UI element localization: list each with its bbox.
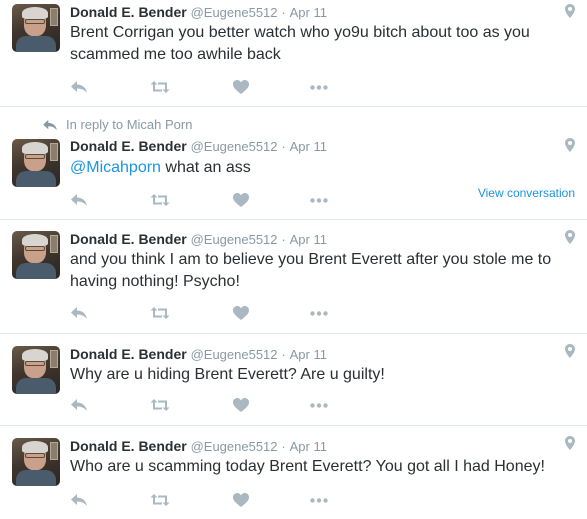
reply-icon — [71, 494, 87, 506]
author-name[interactable]: Donald E. Bender — [70, 438, 187, 454]
location-pin-icon[interactable] — [565, 230, 575, 244]
more-button[interactable] — [310, 395, 328, 415]
location-pin-icon[interactable] — [565, 436, 575, 450]
heart-icon — [233, 80, 249, 94]
author-name[interactable]: Donald E. Bender — [70, 138, 187, 154]
heart-icon — [233, 193, 249, 207]
tweet[interactable]: Donald E. Bender @Eugene5512 · Apr 11 Br… — [0, 0, 587, 107]
ellipsis-icon — [310, 310, 328, 316]
tweet-text: Who are u scamming today Brent Everett? … — [70, 458, 545, 475]
tweet-date[interactable]: Apr 11 — [290, 232, 327, 247]
view-conversation-link[interactable]: View conversation — [478, 186, 575, 200]
reply-icon — [71, 194, 87, 206]
avatar[interactable] — [12, 346, 60, 394]
tweet-text: and you think I am to believe you Brent … — [70, 251, 552, 290]
avatar[interactable] — [12, 4, 60, 52]
retweet-button[interactable] — [150, 490, 170, 510]
tweet-timeline: Donald E. Bender @Eugene5512 · Apr 11 Br… — [0, 0, 587, 519]
retweet-button[interactable] — [150, 395, 170, 415]
separator: · — [281, 347, 286, 362]
like-button[interactable] — [233, 395, 249, 415]
retweet-icon — [150, 494, 170, 506]
reply-button[interactable] — [70, 490, 88, 510]
reply-icon — [71, 307, 87, 319]
tweet-date[interactable]: Apr 11 — [290, 439, 327, 454]
author-handle[interactable]: @Eugene5512 — [191, 439, 278, 454]
heart-icon — [233, 306, 249, 320]
reply-button[interactable] — [70, 190, 88, 210]
tweet-date[interactable]: Apr 11 — [290, 5, 327, 20]
retweet-icon — [150, 194, 170, 206]
author-handle[interactable]: @Eugene5512 — [191, 347, 278, 362]
avatar[interactable] — [12, 438, 60, 486]
separator: · — [281, 439, 286, 454]
heart-icon — [233, 493, 249, 507]
tweet[interactable]: Donald E. Bender @Eugene5512 · Apr 11 Wh… — [0, 426, 587, 519]
reply-button[interactable] — [70, 303, 88, 323]
location-pin-icon[interactable] — [565, 344, 575, 358]
retweet-button[interactable] — [150, 77, 170, 97]
tweet-text: Why are u hiding Brent Everett? Are u gu… — [70, 366, 385, 383]
more-button[interactable] — [310, 303, 328, 323]
reply-icon — [43, 119, 57, 130]
mention-link[interactable]: @Micahporn — [70, 159, 161, 176]
tweet[interactable]: Donald E. Bender @Eugene5512 · Apr 11 an… — [0, 220, 587, 334]
author-handle[interactable]: @Eugene5512 — [191, 232, 278, 247]
avatar[interactable] — [12, 139, 60, 187]
tweet-actions — [70, 303, 360, 323]
reply-icon — [71, 399, 87, 411]
separator: · — [281, 139, 286, 154]
author-name[interactable]: Donald E. Bender — [70, 346, 187, 362]
separator: · — [281, 5, 286, 20]
location-pin-icon[interactable] — [565, 138, 575, 152]
tweet-actions — [70, 190, 360, 210]
reply-button[interactable] — [70, 77, 88, 97]
tweet-text-body: what an ass — [160, 159, 251, 176]
more-button[interactable] — [310, 490, 328, 510]
reply-to-label: In reply to Micah Porn — [66, 117, 193, 132]
reply-button[interactable] — [70, 395, 88, 415]
reply-context[interactable]: In reply to Micah Porn — [42, 117, 192, 132]
ellipsis-icon — [310, 497, 328, 503]
like-button[interactable] — [233, 490, 249, 510]
separator: · — [281, 232, 286, 247]
avatar[interactable] — [12, 231, 60, 279]
retweet-button[interactable] — [150, 190, 170, 210]
retweet-icon — [150, 307, 170, 319]
ellipsis-icon — [310, 84, 328, 90]
heart-icon — [233, 398, 249, 412]
retweet-button[interactable] — [150, 303, 170, 323]
more-button[interactable] — [310, 77, 328, 97]
retweet-icon — [150, 81, 170, 93]
tweet-date[interactable]: Apr 11 — [290, 139, 327, 154]
tweet[interactable]: In reply to Micah Porn Donald E. Bender … — [0, 107, 587, 220]
more-button[interactable] — [310, 190, 328, 210]
author-name[interactable]: Donald E. Bender — [70, 4, 187, 20]
tweet-text: Brent Corrigan you better watch who yo9u… — [70, 24, 530, 63]
tweet-actions — [70, 490, 360, 510]
retweet-icon — [150, 399, 170, 411]
ellipsis-icon — [310, 402, 328, 408]
author-handle[interactable]: @Eugene5512 — [191, 139, 278, 154]
tweet-date[interactable]: Apr 11 — [290, 347, 327, 362]
like-button[interactable] — [233, 77, 249, 97]
ellipsis-icon — [310, 197, 328, 203]
author-name[interactable]: Donald E. Bender — [70, 231, 187, 247]
reply-icon — [71, 81, 87, 93]
author-handle[interactable]: @Eugene5512 — [191, 5, 278, 20]
location-pin-icon[interactable] — [565, 4, 575, 18]
tweet[interactable]: Donald E. Bender @Eugene5512 · Apr 11 Wh… — [0, 334, 587, 426]
like-button[interactable] — [233, 190, 249, 210]
like-button[interactable] — [233, 303, 249, 323]
tweet-actions — [70, 395, 360, 415]
tweet-text: @Micahporn what an ass — [70, 157, 570, 179]
tweet-actions — [70, 77, 360, 97]
